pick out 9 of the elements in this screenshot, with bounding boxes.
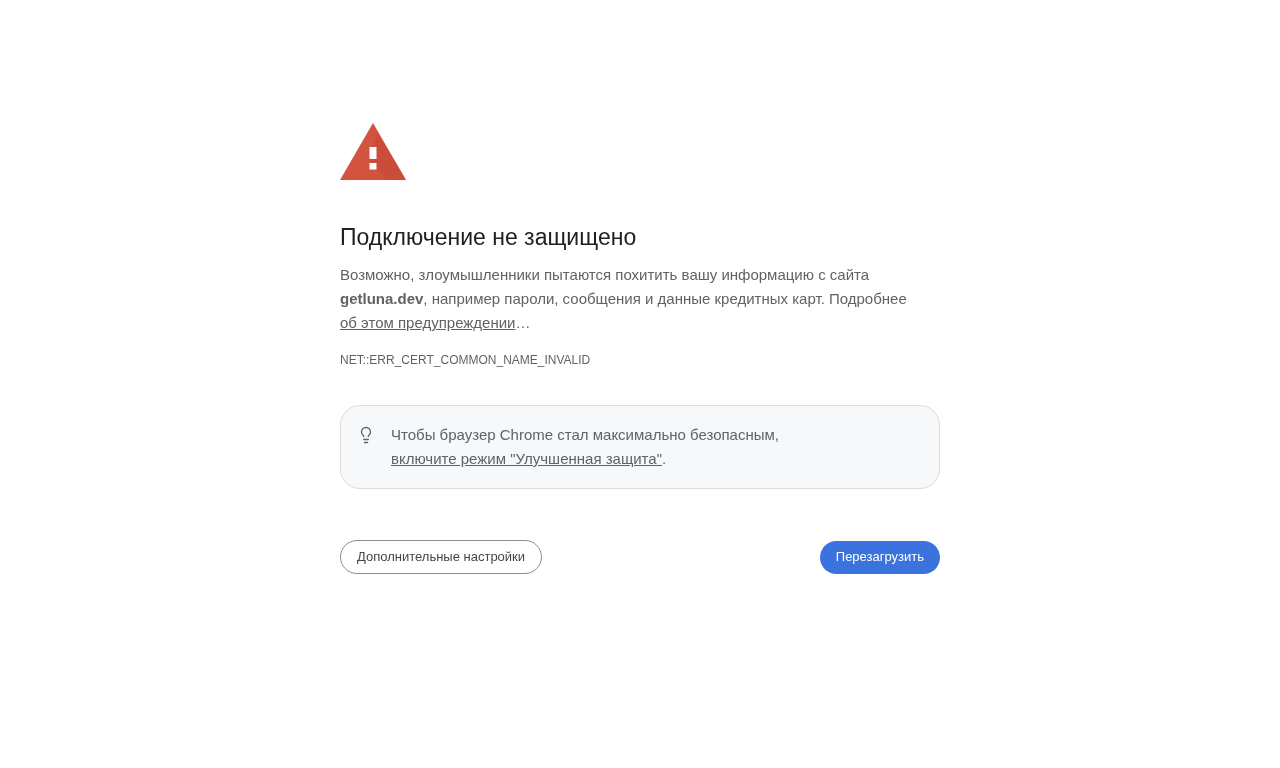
enhanced-protection-link[interactable]: включите режим "Улучшенная защита": [391, 450, 662, 467]
error-code: NET::ERR_CERT_COMMON_NAME_INVALID: [340, 352, 591, 368]
page-heading: Подключение не защищено: [340, 223, 638, 252]
reload-button[interactable]: Перезагрузить: [819, 540, 940, 574]
warning-triangle-icon: [340, 123, 406, 180]
warning-description: Возможно, злоумышленники пытаются похитить вашу информацию с сайта getluna.dev, например пароли, сообщения и данные кредитных карт. Подробнее об этом предупреждении…: [340, 265, 908, 333]
learn-more-link[interactable]: об этом предупреждении: [340, 314, 516, 331]
tip-text: Чтобы браузер Chrome стал максимально безопасным, включите режим "Улучшенная защита".: [391, 425, 780, 469]
advanced-settings-button[interactable]: Дополнительные настройки: [340, 540, 543, 574]
